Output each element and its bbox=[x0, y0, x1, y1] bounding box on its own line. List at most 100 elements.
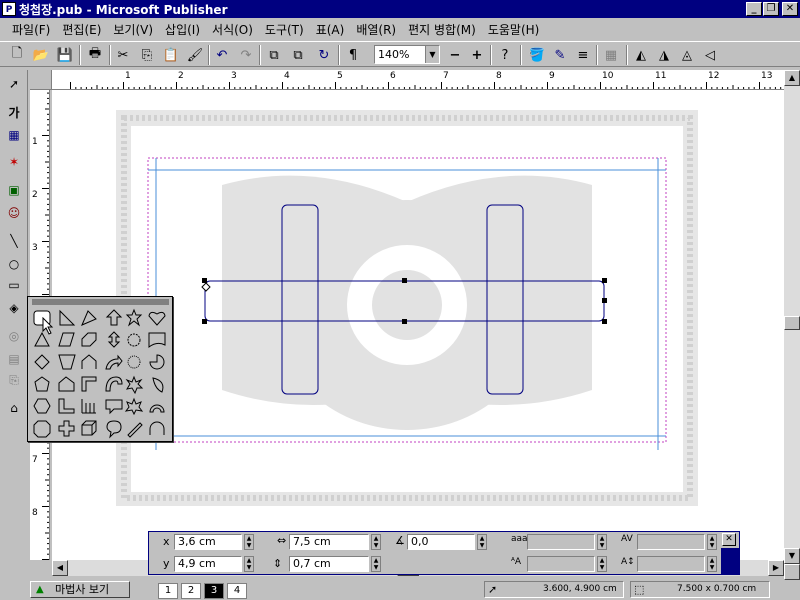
restore-button[interactable]: ❐ bbox=[763, 2, 779, 16]
print-icon[interactable]: 🖶 bbox=[84, 45, 106, 65]
pentagon-shape[interactable] bbox=[34, 376, 50, 392]
pie-shape[interactable] bbox=[149, 354, 165, 370]
y-position-input[interactable]: 4,9 cm bbox=[174, 556, 242, 572]
up-down-arrow-shape[interactable] bbox=[107, 331, 121, 348]
rectangle-tool-icon[interactable]: ▭ bbox=[3, 275, 25, 295]
custom-shapes-tool-icon[interactable]: ◈ bbox=[3, 298, 25, 318]
line-style-icon[interactable]: ≡ bbox=[572, 45, 594, 65]
page-tab-3[interactable]: 3 bbox=[204, 583, 224, 599]
scroll-down-icon[interactable]: ▼ bbox=[784, 548, 800, 564]
zoom-in-button[interactable]: + bbox=[466, 45, 488, 65]
minimize-button[interactable]: _ bbox=[746, 2, 762, 16]
right-triangle-shape[interactable] bbox=[59, 309, 76, 326]
form-control-tool-icon[interactable]: ◎ bbox=[3, 326, 25, 346]
half-frame-shape[interactable] bbox=[81, 376, 97, 392]
gear-shape[interactable] bbox=[127, 355, 141, 369]
corner-shape[interactable] bbox=[81, 332, 97, 347]
hexagon-shape[interactable] bbox=[33, 398, 51, 414]
height-input[interactable]: 0,7 cm bbox=[289, 556, 369, 572]
menu-arrange[interactable]: 배열(R) bbox=[350, 21, 402, 38]
speech-bubble-shape[interactable] bbox=[106, 420, 122, 439]
burst-shape[interactable] bbox=[124, 397, 144, 416]
copy-icon[interactable]: ⎘ bbox=[136, 45, 158, 65]
line-color-icon[interactable]: ✎ bbox=[549, 45, 571, 65]
arch-door-shape[interactable] bbox=[149, 421, 165, 435]
picture-frame-tool-icon[interactable]: ▣ bbox=[3, 180, 25, 200]
rotation-input[interactable]: 0,0 bbox=[407, 534, 475, 550]
scroll-right-icon[interactable]: ▶ bbox=[768, 560, 784, 576]
text-scaling-input[interactable] bbox=[527, 534, 595, 550]
publisher-icon[interactable]: P bbox=[2, 2, 16, 16]
chevron-up-shape[interactable] bbox=[81, 354, 97, 369]
measure-close-icon[interactable]: ✕ bbox=[722, 533, 736, 546]
kerning-input[interactable] bbox=[527, 556, 595, 572]
scroll-up-icon[interactable]: ▲ bbox=[784, 70, 800, 86]
wedge-shape[interactable] bbox=[81, 310, 97, 326]
flip-vertical-icon[interactable]: ◁ bbox=[699, 45, 721, 65]
clip-gallery-tool-icon[interactable]: ☺ bbox=[3, 203, 25, 223]
close-button[interactable]: ✕ bbox=[782, 2, 798, 16]
u-turn-arrow-shape[interactable] bbox=[105, 376, 123, 392]
line-tool-icon[interactable]: ╲ bbox=[3, 231, 25, 251]
cut-icon[interactable]: ✂ bbox=[112, 45, 134, 65]
line-spacing-spinner[interactable]: ▲ ▼ bbox=[707, 556, 717, 572]
house-shape[interactable] bbox=[58, 376, 75, 392]
width-input[interactable]: 7,5 cm bbox=[289, 534, 369, 550]
flag-shape[interactable] bbox=[148, 332, 166, 348]
line-spacing-input[interactable] bbox=[637, 556, 705, 572]
ruler-corner[interactable] bbox=[30, 70, 52, 90]
diamond-shape[interactable] bbox=[34, 354, 50, 370]
trapezoid-shape[interactable] bbox=[58, 354, 76, 370]
page-tab-4[interactable]: 4 bbox=[227, 583, 247, 599]
custom-rotate-icon[interactable]: ↻ bbox=[313, 45, 335, 65]
width-spinner[interactable]: ▲ ▼ bbox=[371, 534, 381, 550]
rotation-spinner[interactable]: ▲ ▼ bbox=[477, 534, 487, 550]
design-gallery-icon[interactable]: ⎘ bbox=[3, 370, 25, 390]
lightning-shape[interactable] bbox=[127, 422, 143, 438]
menu-mail-merge[interactable]: 편지 병합(M) bbox=[402, 21, 482, 38]
menu-help[interactable]: 도움말(H) bbox=[482, 21, 546, 38]
wordart-tool-icon[interactable]: ✶ bbox=[3, 152, 25, 172]
menu-view[interactable]: 보기(V) bbox=[107, 21, 159, 38]
scroll-left-icon[interactable]: ◀ bbox=[52, 560, 68, 576]
cube-shape[interactable] bbox=[81, 420, 97, 436]
curved-arrow-shape[interactable] bbox=[105, 354, 123, 370]
octagon-shape[interactable] bbox=[33, 420, 51, 438]
menu-insert[interactable]: 삽입(I) bbox=[159, 21, 206, 38]
fill-color-icon[interactable]: 🪣 bbox=[526, 45, 548, 65]
flip-horizontal-icon[interactable]: ◬ bbox=[676, 45, 698, 65]
moon-shape[interactable] bbox=[152, 377, 164, 393]
page-tab-2[interactable]: 2 bbox=[181, 583, 201, 599]
special-characters-icon[interactable]: ¶ bbox=[342, 45, 364, 65]
heart-shape[interactable] bbox=[148, 311, 166, 326]
horizontal-ruler[interactable]: 1234567891011121314 bbox=[52, 70, 784, 90]
zoom-out-button[interactable]: − bbox=[444, 45, 466, 65]
save-icon[interactable]: 💾 bbox=[54, 45, 76, 65]
open-folder-icon[interactable]: 📂 bbox=[30, 45, 52, 65]
l-shape[interactable] bbox=[58, 398, 75, 414]
send-to-back-icon[interactable]: ⧉ bbox=[287, 45, 309, 65]
menu-table[interactable]: 표(A) bbox=[310, 21, 351, 38]
pointer-tool-icon[interactable]: ➚ bbox=[3, 74, 25, 94]
star-shape[interactable] bbox=[125, 308, 143, 327]
help-icon[interactable]: ? bbox=[494, 45, 516, 65]
vertical-scrollbar[interactable]: ▲ ▼ bbox=[784, 70, 800, 564]
y-spinner[interactable]: ▲ ▼ bbox=[244, 556, 254, 572]
page-tab-1[interactable]: 1 bbox=[158, 583, 178, 599]
scroll-thumb[interactable] bbox=[784, 316, 800, 330]
kerning-spinner[interactable]: ▲ ▼ bbox=[597, 556, 607, 572]
wizard-toggle-button[interactable]: ▲ 마법사 보기 bbox=[30, 581, 130, 598]
rotate-left-icon[interactable]: ◭ bbox=[630, 45, 652, 65]
rotate-right-icon[interactable]: ◮ bbox=[653, 45, 675, 65]
parallelogram-shape[interactable] bbox=[58, 332, 75, 347]
table-frame-tool-icon[interactable]: ▦ bbox=[3, 125, 25, 145]
new-document-icon[interactable]: 🗋 bbox=[6, 45, 28, 65]
text-scaling-spinner[interactable]: ▲ ▼ bbox=[597, 534, 607, 550]
zoom-select[interactable]: 140% ▼ bbox=[374, 45, 440, 64]
redo-icon[interactable]: ↷ bbox=[235, 45, 257, 65]
arch-shape[interactable] bbox=[149, 404, 165, 413]
menu-format[interactable]: 서식(O) bbox=[206, 21, 259, 38]
shadow-icon[interactable]: ▦ bbox=[600, 45, 622, 65]
explosion-shape[interactable] bbox=[125, 375, 144, 395]
seal-shape[interactable] bbox=[127, 333, 141, 347]
